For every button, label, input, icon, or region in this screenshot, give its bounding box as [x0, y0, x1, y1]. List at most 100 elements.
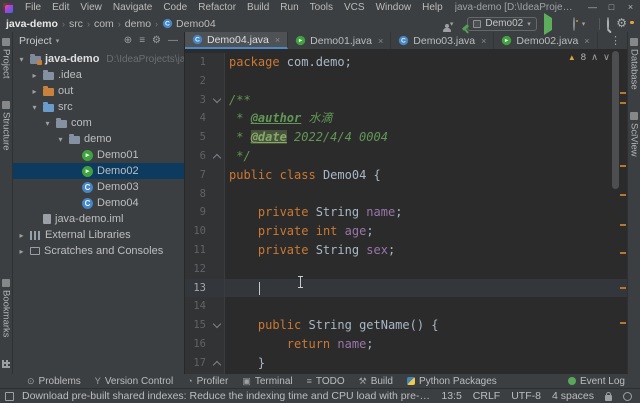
menu-item-navigate[interactable]: Navigate [108, 1, 157, 14]
line-number[interactable]: 16 [185, 335, 211, 354]
tab-close-icon[interactable]: × [584, 36, 589, 46]
user-dropdown-icon[interactable]: ▾ [450, 20, 454, 28]
line-number[interactable]: 6 [185, 147, 211, 166]
toolwindow-button-bookmarks[interactable]: Bookmarks [1, 279, 12, 338]
warning-stripe-mark[interactable] [620, 224, 626, 226]
warning-stripe-mark[interactable] [620, 165, 626, 167]
tool-window-switcher-icon[interactable] [5, 392, 14, 401]
code-line-6[interactable]: 6 */ [185, 147, 627, 166]
toolwindow-button-version-control[interactable]: YVersion Control [88, 376, 180, 387]
collapse-all-icon[interactable]: ≡ [139, 35, 145, 46]
hide-panel-icon[interactable]: — [168, 35, 178, 46]
caret-position[interactable]: 13:5 [441, 390, 461, 402]
toolwindow-button-database[interactable]: Database [629, 38, 640, 90]
maximize-button[interactable]: □ [602, 0, 621, 15]
code-line-8[interactable]: 8 [185, 185, 627, 204]
close-button[interactable]: × [621, 0, 640, 15]
menu-item-file[interactable]: File [20, 1, 46, 14]
inspection-widget[interactable]: ▲8 ∧ ∨ [568, 52, 610, 63]
breadcrumb-item-com[interactable]: com [94, 18, 114, 30]
toolwindow-button-profiler[interactable]: ◔Profiler [180, 376, 235, 387]
project-panel-title[interactable]: Project [19, 35, 52, 47]
profiler-button[interactable] [573, 18, 575, 30]
code-line-4[interactable]: 4 * @author 水滴 [185, 109, 627, 128]
toolwindow-button-project[interactable]: Project [1, 38, 12, 79]
menu-item-vcs[interactable]: VCS [339, 1, 370, 14]
toolwindow-button-event-log[interactable]: Event Log [561, 376, 632, 387]
project-view-dropdown-icon[interactable]: ▾ [56, 37, 60, 45]
toolwindow-button-todo[interactable]: ≡TODO [300, 376, 352, 387]
tree-expand-icon[interactable]: ▸ [17, 247, 26, 256]
tree-row-demo02[interactable]: Demo02 [13, 163, 184, 179]
window-switcher-grid-icon[interactable] [2, 360, 10, 368]
code-line-7[interactable]: 7public class Demo04 { [185, 166, 627, 185]
code-line-13[interactable]: 13 [185, 279, 627, 298]
line-number[interactable]: 11 [185, 241, 211, 260]
warning-stripe-mark[interactable] [620, 322, 626, 324]
menu-item-view[interactable]: View [75, 1, 107, 14]
tree-expand-icon[interactable]: ▸ [17, 231, 26, 240]
line-number[interactable]: 14 [185, 297, 211, 316]
menu-item-help[interactable]: Help [417, 1, 448, 14]
tree-expand-icon[interactable]: ▾ [56, 135, 65, 144]
line-number[interactable]: 10 [185, 222, 211, 241]
warning-stripe-mark[interactable] [620, 92, 626, 94]
code-line-16[interactable]: 16 return name; [185, 335, 627, 354]
file-encoding[interactable]: UTF-8 [511, 390, 541, 402]
fold-marker-icon[interactable] [211, 354, 225, 373]
menu-item-run[interactable]: Run [275, 1, 303, 14]
line-number[interactable]: 4 [185, 109, 211, 128]
warning-stripe-mark[interactable] [620, 287, 626, 289]
tab-close-icon[interactable]: × [275, 35, 280, 45]
search-everywhere-icon[interactable] [607, 18, 609, 30]
tree-row-java-demo-iml[interactable]: java-demo.iml [13, 211, 184, 227]
tree-row-com[interactable]: ▾com [13, 115, 184, 131]
locate-file-icon[interactable]: ⊕ [124, 35, 132, 46]
line-number[interactable]: 2 [185, 72, 211, 91]
code-line-2[interactable]: 2 [185, 72, 627, 91]
code-line-9[interactable]: 9 private String name; [185, 203, 627, 222]
code-line-1[interactable]: 1package com.demo; [185, 53, 627, 72]
menu-item-edit[interactable]: Edit [47, 1, 74, 14]
breadcrumb-item-demo[interactable]: demo [125, 18, 151, 30]
settings-gear-icon[interactable]: ⚙ [616, 18, 627, 29]
code-line-3[interactable]: 3/** [185, 91, 627, 110]
menu-item-build[interactable]: Build [242, 1, 274, 14]
tree-row-demo04[interactable]: Demo04 [13, 195, 184, 211]
tree-expand-icon[interactable]: ▾ [17, 55, 26, 64]
code-line-17[interactable]: 17 } [185, 354, 627, 373]
line-number[interactable]: 5 [185, 128, 211, 147]
line-number[interactable]: 9 [185, 203, 211, 222]
tree-row-scratches-and-consoles[interactable]: ▸Scratches and Consoles [13, 243, 184, 259]
tree-row-external-libraries[interactable]: ▸External Libraries [13, 227, 184, 243]
next-warning-icon[interactable]: ∨ [603, 52, 610, 63]
toolwindow-button-terminal[interactable]: ▣Terminal [235, 376, 299, 387]
readonly-lock-icon[interactable] [605, 395, 612, 401]
toolwindow-button-problems[interactable]: ⊙Problems [20, 376, 88, 387]
tree-expand-icon[interactable]: ▾ [30, 103, 39, 112]
line-number[interactable]: 13 [185, 279, 211, 298]
warning-stripe-mark[interactable] [620, 194, 626, 196]
code-editor[interactable]: 1package com.demo;23/**4 * @author 水滴5 *… [185, 49, 627, 374]
tree-expand-icon[interactable]: ▸ [30, 71, 39, 80]
code-line-18[interactable]: 18 [185, 373, 627, 374]
code-line-12[interactable]: 12 [185, 260, 627, 279]
toolwindow-button-structure[interactable]: Structure [1, 101, 12, 151]
editor-tab-demo01-java[interactable]: Demo01.java× [288, 32, 391, 49]
tab-close-icon[interactable]: × [481, 36, 486, 46]
code-line-15[interactable]: 15 public String getName() { [185, 316, 627, 335]
code-line-14[interactable]: 14 [185, 297, 627, 316]
menu-item-code[interactable]: Code [158, 1, 192, 14]
code-line-5[interactable]: 5 * @date 2022/4/4 0004 [185, 128, 627, 147]
line-number[interactable]: 7 [185, 166, 211, 185]
breadcrumb-item-demo04[interactable]: Demo04 [162, 18, 216, 30]
tree-expand-icon[interactable]: ▸ [30, 87, 39, 96]
panel-settings-gear-icon[interactable]: ⚙ [152, 35, 161, 46]
line-number[interactable]: 8 [185, 185, 211, 204]
warning-stripe-mark[interactable] [620, 102, 626, 104]
fold-marker-icon[interactable] [211, 147, 225, 166]
fold-marker-icon[interactable] [211, 91, 225, 110]
run-configuration-select[interactable]: Demo02 ▾ [467, 17, 536, 31]
line-number[interactable]: 18 [185, 373, 211, 374]
code-line-10[interactable]: 10 private int age; [185, 222, 627, 241]
